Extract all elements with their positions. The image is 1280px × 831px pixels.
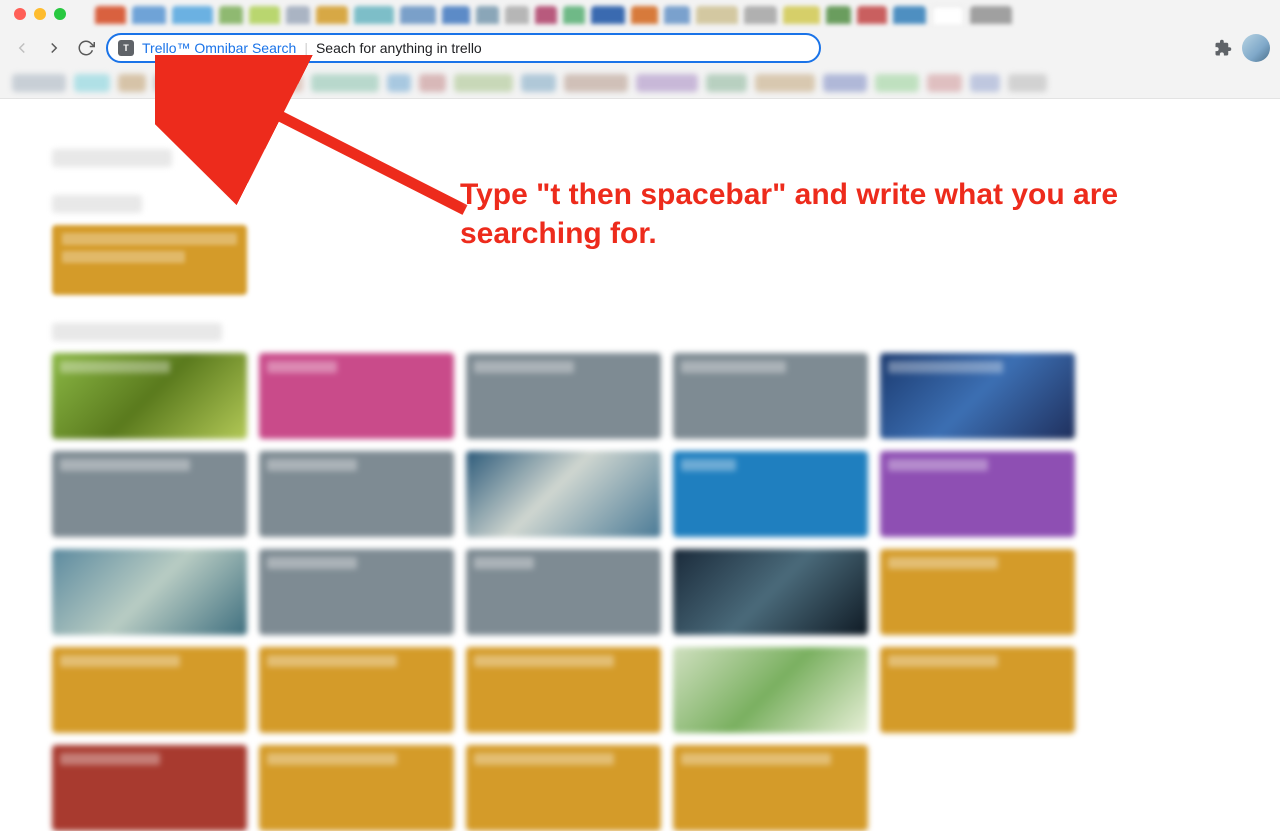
omnibox-input[interactable] — [316, 40, 809, 56]
board-card[interactable] — [52, 745, 247, 831]
browser-chrome: T Trello™ Omnibar Search | — [0, 0, 1280, 99]
bookmark-item[interactable] — [927, 74, 962, 92]
board-card[interactable] — [52, 451, 247, 537]
extensions-icon[interactable] — [1214, 39, 1232, 57]
browser-tab[interactable] — [316, 6, 348, 24]
board-card[interactable] — [673, 353, 868, 439]
bookmark-item[interactable] — [636, 74, 698, 92]
bookmark-item[interactable] — [564, 74, 628, 92]
browser-tab[interactable] — [970, 6, 1012, 24]
board-card[interactable] — [466, 647, 661, 733]
board-card[interactable] — [673, 745, 868, 831]
browser-tab[interactable] — [826, 6, 851, 24]
board-card[interactable] — [259, 745, 454, 831]
window-titlebar — [0, 0, 1280, 28]
board-card[interactable] — [52, 549, 247, 635]
section-heading — [52, 195, 142, 213]
bookmark-item[interactable] — [875, 74, 919, 92]
browser-tab[interactable] — [783, 6, 820, 24]
browser-tab[interactable] — [95, 6, 126, 24]
bookmark-item[interactable] — [755, 74, 815, 92]
browser-toolbar: T Trello™ Omnibar Search | — [0, 28, 1280, 68]
board-card[interactable] — [466, 549, 661, 635]
board-card[interactable] — [259, 451, 454, 537]
browser-tab[interactable] — [631, 6, 658, 24]
browser-tab[interactable] — [476, 6, 499, 24]
browser-tab[interactable] — [696, 6, 738, 24]
bookmark-item[interactable] — [185, 74, 239, 92]
browser-tab[interactable] — [744, 6, 777, 24]
profile-avatar[interactable] — [1242, 34, 1270, 62]
board-card[interactable] — [880, 647, 1075, 733]
page-content — [0, 99, 1280, 831]
section-heading — [52, 323, 222, 341]
maximize-window-button[interactable] — [54, 8, 66, 20]
bookmarks-bar — [0, 68, 1280, 98]
bookmark-item[interactable] — [12, 74, 66, 92]
board-card[interactable] — [673, 647, 868, 733]
nav-back-button[interactable] — [10, 36, 34, 60]
bookmark-item[interactable] — [419, 74, 446, 92]
board-card[interactable] — [466, 451, 661, 537]
board-card[interactable] — [880, 353, 1075, 439]
minimize-window-button[interactable] — [34, 8, 46, 20]
board-grid — [52, 353, 1230, 831]
board-card[interactable] — [673, 549, 868, 635]
browser-tab[interactable] — [664, 6, 690, 24]
board-card[interactable] — [52, 353, 247, 439]
board-card[interactable] — [880, 549, 1075, 635]
browser-tab[interactable] — [400, 6, 436, 24]
bookmark-item[interactable] — [311, 74, 379, 92]
section-heading — [52, 149, 172, 167]
board-card[interactable] — [259, 647, 454, 733]
close-window-button[interactable] — [14, 8, 26, 20]
board-card[interactable] — [880, 451, 1075, 537]
browser-tab[interactable] — [535, 6, 557, 24]
browser-tab[interactable] — [132, 6, 166, 24]
omnibox-separator: | — [304, 40, 308, 56]
nav-forward-button[interactable] — [42, 36, 66, 60]
browser-tab[interactable] — [286, 6, 310, 24]
featured-boards — [52, 225, 1230, 295]
board-card[interactable] — [466, 353, 661, 439]
browser-tab[interactable] — [172, 6, 213, 24]
bookmark-item[interactable] — [1008, 74, 1047, 92]
board-card[interactable] — [52, 647, 247, 733]
browser-tab[interactable] — [591, 6, 625, 24]
browser-tab[interactable] — [505, 6, 529, 24]
browser-tab[interactable] — [893, 6, 926, 24]
board-card[interactable] — [259, 353, 454, 439]
browser-tab[interactable] — [932, 6, 964, 24]
browser-tab[interactable] — [442, 6, 470, 24]
browser-tabbar — [95, 6, 1220, 24]
omnibox-search-prefix: Trello™ Omnibar Search — [142, 40, 296, 56]
bookmark-item[interactable] — [970, 74, 1000, 92]
board-card[interactable] — [466, 745, 661, 831]
browser-tab[interactable] — [563, 6, 585, 24]
bookmark-item[interactable] — [706, 74, 747, 92]
bookmark-item[interactable] — [387, 74, 411, 92]
board-card[interactable] — [259, 549, 454, 635]
bookmark-item[interactable] — [823, 74, 867, 92]
traffic-lights — [14, 8, 66, 20]
browser-tab[interactable] — [219, 6, 243, 24]
nav-reload-button[interactable] — [74, 36, 98, 60]
bookmark-item[interactable] — [74, 74, 110, 92]
bookmark-item[interactable] — [118, 74, 146, 92]
omnibox-site-icon: T — [118, 40, 134, 56]
bookmark-item[interactable] — [247, 74, 303, 92]
bookmark-item[interactable] — [454, 74, 513, 92]
omnibox[interactable]: T Trello™ Omnibar Search | — [106, 33, 821, 63]
browser-tab[interactable] — [354, 6, 394, 24]
browser-tab[interactable] — [249, 6, 280, 24]
browser-tab[interactable] — [857, 6, 887, 24]
bookmark-item[interactable] — [154, 74, 177, 92]
bookmark-item[interactable] — [521, 74, 556, 92]
board-card[interactable] — [52, 225, 247, 295]
board-card[interactable] — [673, 451, 868, 537]
